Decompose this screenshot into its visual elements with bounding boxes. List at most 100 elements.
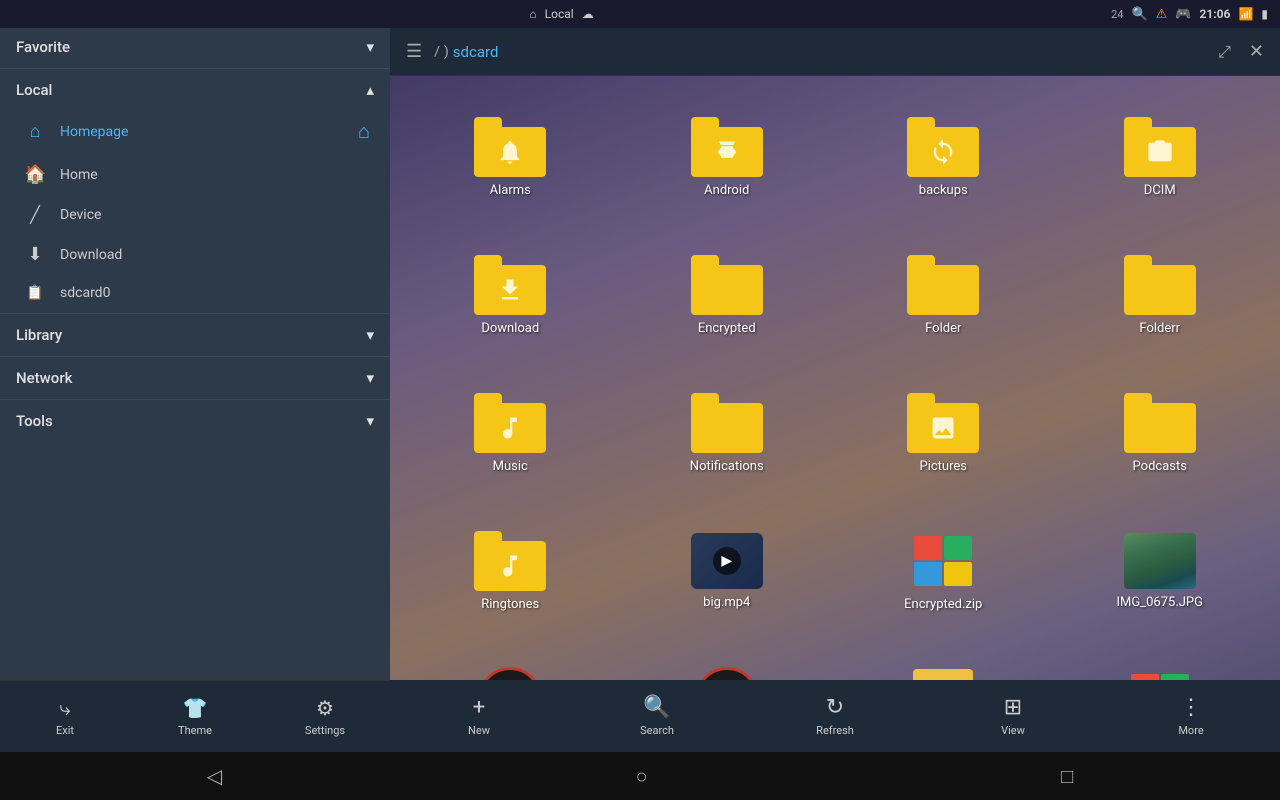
favorite-chevron: ▾ [366,38,374,56]
back-button[interactable]: ◁ [207,764,222,788]
sidebar-tools-header[interactable]: Tools ▾ [0,402,390,440]
file-name-folder: Folder [925,321,961,336]
file-item-record-txt[interactable]: Aa TXT record.txt [839,644,1048,680]
sidebar-item-device[interactable]: ╱ Device [0,195,390,234]
sidebar-item-home[interactable]: 🏠 Home [0,154,390,195]
status-cloud-icon: ☁ [582,7,594,21]
folder-icon-podcasts [1124,393,1196,453]
file-item-ringtones[interactable]: Ringtones [406,506,615,636]
more-button[interactable]: ⋮ More [1102,687,1280,745]
file-item-android[interactable]: Android [623,92,832,222]
folder-icon-folder [907,255,979,315]
audio-icon-music: ♪ [695,667,759,681]
sdcard0-label: sdcard0 [60,285,110,301]
home-button[interactable]: ○ [636,764,648,789]
folder-icon-music [474,393,546,453]
file-item-alarms[interactable]: Alarms [406,92,615,222]
theme-button[interactable]: 👕 Theme [130,688,260,745]
sidebar-local-header[interactable]: Local ▴ [0,71,390,109]
new-button[interactable]: + New [390,687,568,745]
file-name-encrypted: Encrypted [698,321,756,336]
sidebar-network-header[interactable]: Network ▾ [0,359,390,397]
search-button[interactable]: 🔍 Search [568,687,746,745]
homepage-home-icon: ⌂ [358,119,370,144]
file-name-pictures: Pictures [920,459,967,474]
file-item-download[interactable]: Download [406,230,615,360]
toolbar: ☰ / ) sdcard ⤢ ✕ [390,28,1280,76]
status-bar: ⌂ Local ☁ 24 🔍 ⚠ 🎮 21:06 📶 ▮ [0,0,1280,28]
file-name-android: Android [704,183,749,198]
library-label: Library [16,326,62,344]
status-time: 21:06 [1200,7,1231,21]
sidebar-favorite-header[interactable]: Favorite ▾ [0,28,390,66]
settings-label: Settings [305,724,345,737]
recent-button[interactable]: □ [1061,764,1073,789]
content-area: ☰ / ) sdcard ⤢ ✕ Alarms [390,28,1280,752]
file-name-backups: backups [919,183,968,198]
refresh-icon: ↻ [826,695,844,720]
close-button[interactable]: ✕ [1243,35,1270,68]
file-item-podcasts[interactable]: Podcasts [1056,368,1265,498]
device-icon: ╱ [24,205,46,224]
file-item-sdcard0-zip[interactable]: sdcard0.zip [1056,644,1265,680]
file-name-podcasts: Podcasts [1133,459,1187,474]
video-icon-big-mp4: ▶ [691,533,763,589]
local-label: Local [16,81,52,99]
file-item-music-mp3[interactable]: ♪ music.mp3 [623,644,832,680]
refresh-button[interactable]: ↻ Refresh [746,687,924,745]
file-name-download: Download [481,321,539,336]
sidebar-item-download[interactable]: ⬇ Download [0,234,390,275]
file-item-big-mp4[interactable]: ▶ big.mp4 [623,506,832,636]
file-item-encrypted-zip[interactable]: Encrypted.zip [839,506,1048,636]
exit-button[interactable]: ⤷ Exit [0,688,130,745]
folder-icon-folderr [1124,255,1196,315]
file-item-encrypted[interactable]: Encrypted [623,230,832,360]
file-item-notifications[interactable]: Notifications [623,368,832,498]
breadcrumb-slash1: / [434,44,440,60]
zip-icon-sdcard0 [1124,669,1196,681]
folder-icon-android [691,117,763,177]
menu-button[interactable]: ☰ [400,35,428,68]
folder-icon-ringtones [474,531,546,591]
sidebar-divider-1 [0,68,390,69]
expand-button[interactable]: ⤢ [1212,36,1237,68]
status-home-icon: ⌂ [529,7,536,21]
file-item-folderr[interactable]: Folderr [1056,230,1265,360]
homepage-label: Homepage [60,124,128,140]
sidebar-item-sdcard0[interactable]: 📋 sdcard0 [0,275,390,311]
file-name-alarms: Alarms [490,183,531,198]
folder-icon-download [474,255,546,315]
folder-icon-encrypted [691,255,763,315]
file-name-music: Music [493,459,528,474]
file-item-listen-mp3[interactable]: ♪ listen.mp3 [406,644,615,680]
file-item-img0675[interactable]: IMG_0675.JPG [1056,506,1265,636]
sdcard0-icon: 📋 [24,285,46,301]
file-name-img0675: IMG_0675.JPG [1117,595,1204,610]
file-item-backups[interactable]: backups [839,92,1048,222]
audio-icon-listen: ♪ [478,667,542,681]
view-button[interactable]: ⊞ View [924,687,1102,745]
sidebar-divider-3 [0,356,390,357]
view-label: View [1001,724,1025,737]
file-item-music[interactable]: Music [406,368,615,498]
file-name-dcim: DCIM [1144,183,1176,198]
file-item-folder[interactable]: Folder [839,230,1048,360]
file-item-dcim[interactable]: DCIM [1056,92,1265,222]
new-label: New [468,724,490,737]
new-icon: + [473,695,485,720]
settings-button[interactable]: ⚙ Settings [260,688,390,745]
android-nav-bar: ◁ ○ □ [0,752,1280,800]
sidebar-library-header[interactable]: Library ▾ [0,316,390,354]
sidebar-item-homepage[interactable]: ⌂ Homepage ⌂ [0,109,390,154]
file-name-folderr: Folderr [1139,321,1180,336]
folder-icon-notifications [691,393,763,453]
sidebar-divider-2 [0,313,390,314]
sidebar-divider-4 [0,399,390,400]
file-name-ringtones: Ringtones [481,597,539,612]
file-item-pictures[interactable]: Pictures [839,368,1048,498]
download-label: Download [60,247,122,263]
battery-icon: ▮ [1261,7,1268,21]
home-label: Home [60,167,98,183]
favorite-label: Favorite [16,38,70,56]
keyboard-icon: 24 [1111,8,1123,21]
